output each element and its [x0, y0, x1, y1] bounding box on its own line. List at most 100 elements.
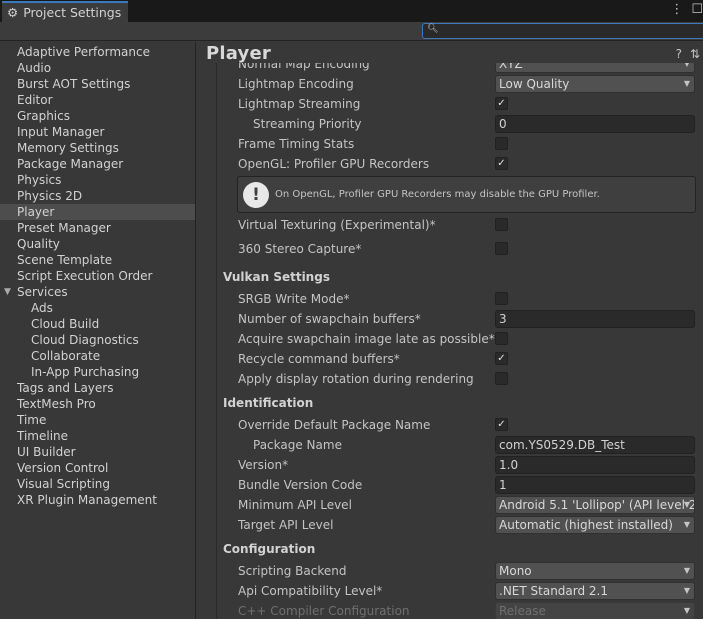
settings-scroll-area[interactable]: Normal Map Encoding XYZ ▼ Lightmap Encoding…	[216, 63, 703, 619]
normal-map-encoding-dropdown[interactable]: XYZ ▼	[495, 63, 695, 73]
setting-row-360-stereo-capture: 360 Stereo Capture*	[217, 235, 703, 263]
more-options-icon[interactable]: ⋮	[670, 2, 683, 17]
setting-label: OpenGL: Profiler GPU Recorders	[238, 157, 430, 171]
help-icon[interactable]: ?	[676, 47, 682, 61]
sidebar-item-adaptive-performance[interactable]: Adaptive Performance	[0, 44, 195, 60]
search-input[interactable]: 🔍︎	[422, 23, 703, 39]
sidebar-item-version-control[interactable]: Version Control	[0, 460, 195, 476]
opengl-profiler-gpu-recorders-checkbox[interactable]: ✓	[495, 157, 508, 170]
presets-icon[interactable]: ⇅	[690, 47, 700, 61]
maximize-icon[interactable]: ☐	[691, 2, 703, 17]
chevron-down-icon: ▼	[683, 63, 690, 68]
sidebar-item-time[interactable]: Time	[0, 412, 195, 428]
sidebar-item-package-manager[interactable]: Package Manager	[0, 156, 195, 172]
override-default-package-name-checkbox[interactable]: ✓	[495, 418, 508, 431]
sidebar-item-timeline[interactable]: Timeline	[0, 428, 195, 444]
scripting-backend-dropdown[interactable]: Mono ▼	[495, 562, 695, 580]
sidebar-item-visual-scripting[interactable]: Visual Scripting	[0, 476, 195, 492]
sidebar-item-player[interactable]: Player	[0, 204, 195, 220]
sidebar-item-collaborate[interactable]: Collaborate	[0, 348, 195, 364]
checkbox-wrap	[495, 330, 695, 348]
chevron-down-icon: ▼	[683, 79, 690, 88]
checkbox-wrap: ✓	[495, 350, 695, 368]
sidebar-item-label: Collaborate	[31, 349, 101, 363]
streaming-priority-field[interactable]: 0	[495, 115, 695, 133]
sidebar-item-physics-2d[interactable]: Physics 2D	[0, 188, 195, 204]
setting-row-scripting-backend: Scripting Backend Mono ▼	[217, 561, 703, 581]
target-api-level-dropdown[interactable]: Automatic (highest installed) ▼	[495, 516, 695, 534]
sidebar-item-label: Version Control	[17, 461, 109, 475]
recycle-command-buffers-checkbox[interactable]: ✓	[495, 352, 508, 365]
sidebar-item-label: Cloud Build	[31, 317, 100, 331]
sidebar-item-label: XR Plugin Management	[17, 493, 157, 507]
setting-label: C++ Compiler Configuration	[238, 604, 410, 618]
sidebar-item-burst-aot-settings[interactable]: Burst AOT Settings	[0, 76, 195, 92]
setting-label: Number of swapchain buffers*	[238, 312, 421, 326]
sidebar-item-ui-builder[interactable]: UI Builder	[0, 444, 195, 460]
sidebar-item-editor[interactable]: Editor	[0, 92, 195, 108]
sidebar-item-textmesh-pro[interactable]: TextMesh Pro	[0, 396, 195, 412]
sidebar-item-label: Quality	[17, 237, 60, 251]
sidebar-item-label: Burst AOT Settings	[17, 77, 131, 91]
sidebar-item-quality[interactable]: Quality	[0, 236, 195, 252]
player-settings-panel: Player ? ⇅ Normal Map Encoding XYZ ▼ Lightma…	[197, 42, 703, 619]
sidebar-item-cloud-build[interactable]: Cloud Build	[0, 316, 195, 332]
sidebar-item-in-app-purchasing[interactable]: In-App Purchasing	[0, 364, 195, 380]
frame-timing-stats-checkbox[interactable]	[495, 137, 508, 150]
sidebar-item-memory-settings[interactable]: Memory Settings	[0, 140, 195, 156]
apply-display-rotation-during-rendering-checkbox[interactable]	[495, 372, 508, 385]
dropdown-value: .NET Standard 2.1	[499, 584, 609, 598]
sidebar-item-label: Physics 2D	[17, 189, 83, 203]
tab-project-settings[interactable]: ⚙ Project Settings	[2, 1, 128, 22]
bundle-version-code-field[interactable]: 1	[495, 476, 695, 494]
sidebar-item-label: Time	[17, 413, 47, 427]
title-bar: ⚙ Project Settings ⋮ ☐	[0, 0, 703, 22]
expand-caret-icon[interactable]: ▼	[4, 284, 11, 300]
chevron-down-icon: ▼	[683, 566, 690, 575]
sidebar-item-physics[interactable]: Physics	[0, 172, 195, 188]
api-compatibility-level-dropdown[interactable]: .NET Standard 2.1 ▼	[495, 582, 695, 600]
chevron-down-icon: ▼	[683, 500, 690, 509]
lightmap-encoding-dropdown[interactable]: Low Quality ▼	[495, 75, 695, 93]
sidebar-item-audio[interactable]: Audio	[0, 60, 195, 76]
sidebar-item-label: Tags and Layers	[17, 381, 114, 395]
warning-icon: !	[243, 181, 269, 208]
version-field[interactable]: 1.0	[495, 456, 695, 474]
section-header-identification: Identification	[223, 396, 314, 410]
sidebar-item-label: Graphics	[17, 109, 70, 123]
sidebar-item-script-execution-order[interactable]: Script Execution Order	[0, 268, 195, 284]
setting-label: Streaming Priority	[253, 117, 362, 131]
sidebar-item-label: UI Builder	[17, 445, 76, 459]
srgb-write-mode-checkbox[interactable]	[495, 292, 508, 305]
page-title: Player	[206, 43, 271, 64]
minimum-api-level-dropdown[interactable]: Android 5.1 'Lollipop' (API level 22) ▼	[495, 496, 695, 514]
sidebar-item-scene-template[interactable]: Scene Template	[0, 252, 195, 268]
setting-row-package-name: Package Name com.YS0529.DB_Test	[217, 435, 703, 455]
chevron-down-icon: ▼	[683, 606, 690, 615]
sidebar-item-label: Audio	[17, 61, 52, 75]
acquire-swapchain-image-late-as-possible-checkbox[interactable]	[495, 332, 508, 345]
360-stereo-capture-checkbox[interactable]	[495, 242, 508, 255]
sidebar-item-tags-and-layers[interactable]: Tags and Layers	[0, 380, 195, 396]
number-of-swapchain-buffers-field[interactable]: 3	[495, 310, 695, 328]
setting-label: Normal Map Encoding	[238, 63, 370, 71]
sidebar-item-input-manager[interactable]: Input Manager	[0, 124, 195, 140]
sidebar-item-label: Player	[17, 205, 55, 219]
sidebar-item-label: Physics	[17, 173, 62, 187]
sidebar-item-cloud-diagnostics[interactable]: Cloud Diagnostics	[0, 332, 195, 348]
sidebar-item-preset-manager[interactable]: Preset Manager	[0, 220, 195, 236]
sidebar-item-services[interactable]: ▼ Services	[0, 284, 195, 300]
sidebar-item-label: Input Manager	[17, 125, 105, 139]
setting-row-c-compiler-configuration: C++ Compiler Configuration Release ▼	[217, 601, 703, 619]
help-box: ! On OpenGL, Profiler GPU Recorders may d…	[237, 176, 696, 213]
sidebar-item-xr-plugin-management[interactable]: XR Plugin Management	[0, 492, 195, 508]
setting-row-number-of-swapchain-buffers: Number of swapchain buffers* 3	[217, 309, 703, 329]
sidebar-item-graphics[interactable]: Graphics	[0, 108, 195, 124]
help-text: On OpenGL, Profiler GPU Recorders may di…	[275, 189, 600, 200]
setting-label: Acquire swapchain image late as possible…	[238, 332, 495, 346]
virtual-texturing-experimental-checkbox[interactable]	[495, 218, 508, 231]
sidebar-item-ads[interactable]: Ads	[0, 300, 195, 316]
package-name-field[interactable]: com.YS0529.DB_Test	[495, 436, 695, 454]
lightmap-streaming-checkbox[interactable]: ✓	[495, 97, 508, 110]
setting-row-lightmap-encoding: Lightmap Encoding Low Quality ▼	[217, 74, 703, 94]
